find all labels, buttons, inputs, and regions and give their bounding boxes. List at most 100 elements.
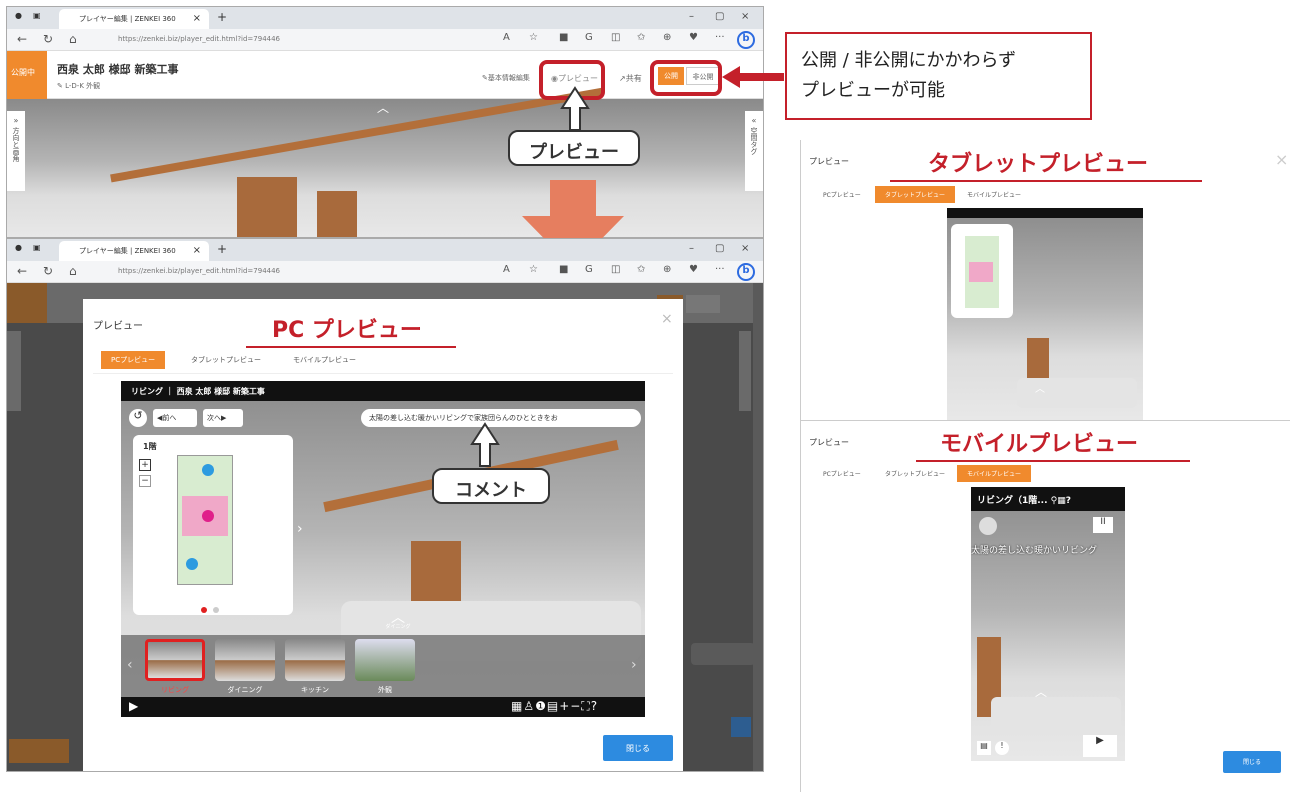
mobile-tab-tablet[interactable]: タブレットプレビュー: [875, 465, 955, 482]
left-sidebar-label: 方向と画角: [12, 127, 20, 162]
zoom-out-icon[interactable]: −: [139, 475, 151, 487]
home-icon-2[interactable]: ⌂: [69, 264, 77, 278]
player-tools-icons[interactable]: ▦♙❶▤+−⛶?: [511, 699, 598, 714]
collapse-chevron-icon[interactable]: ︿: [377, 99, 389, 116]
tablet-floor-plan[interactable]: [951, 224, 1013, 318]
tablet-hotspot-icon[interactable]: ︿: [1035, 380, 1045, 395]
tablet-tab-pc[interactable]: PCプレビュー: [813, 186, 871, 203]
thumb-next-icon[interactable]: ›: [631, 657, 637, 673]
favorite-icon-2[interactable]: ☆: [529, 264, 538, 275]
read-aloud-icon-2[interactable]: A: [503, 264, 510, 275]
next-button[interactable]: 次へ▶: [203, 409, 243, 427]
panorama-view[interactable]: ︿: [7, 87, 763, 237]
plan-next-chevron-icon[interactable]: ›: [297, 521, 303, 537]
zoom-in-icon[interactable]: +: [139, 459, 151, 471]
new-tab-icon[interactable]: +: [217, 10, 227, 24]
tablet-tab-mobile[interactable]: モバイルプレビュー: [957, 186, 1031, 203]
refresh-icon[interactable]: G: [585, 32, 593, 43]
refresh-icon-2[interactable]: G: [585, 264, 593, 275]
extension-icon-2[interactable]: ■: [559, 264, 568, 275]
tablet-panel-close-icon[interactable]: ×: [1275, 150, 1288, 169]
window-close-icon-2[interactable]: ×: [741, 243, 749, 254]
maximize-icon-2[interactable]: ▢: [715, 243, 724, 254]
minimize-icon-2[interactable]: –: [689, 243, 694, 254]
mobile-play-icon[interactable]: ▶: [1083, 735, 1117, 757]
share-link[interactable]: ↗共有: [619, 73, 642, 84]
mobile-tools-icon[interactable]: ⚲▦?: [1051, 496, 1071, 506]
right-sidebar-toggle[interactable]: «空間タグ: [745, 111, 763, 191]
floor-plan-card[interactable]: 1階 + −: [133, 435, 293, 615]
read-aloud-icon[interactable]: A: [503, 32, 510, 43]
thumb-kitchen[interactable]: [285, 639, 345, 681]
collections-icon[interactable]: ⊕: [663, 32, 671, 43]
favorite-icon[interactable]: ☆: [529, 32, 538, 43]
mobile-hotspot-icon[interactable]: ︿: [1035, 683, 1047, 700]
mobile-tab-mobile[interactable]: モバイルプレビュー: [957, 465, 1032, 482]
prev-button[interactable]: ◀前へ: [153, 409, 197, 427]
maximize-icon[interactable]: ▢: [715, 11, 724, 22]
mobile-undo-icon[interactable]: [979, 517, 997, 535]
collections-icon-2[interactable]: ⊕: [663, 264, 671, 275]
close-tab-icon-2[interactable]: ×: [193, 245, 201, 256]
new-tab-icon-2[interactable]: +: [217, 242, 227, 256]
mobile-preview-panel: プレビュー PCプレビュー タブレットプレビュー モバイルプレビュー リビング（…: [800, 420, 1290, 792]
close-tab-icon[interactable]: ×: [193, 13, 201, 24]
mobile-close-button[interactable]: 閉じる: [1223, 751, 1281, 773]
tablet-preview-underline: [890, 180, 1202, 182]
camera-marker-icon[interactable]: [202, 464, 214, 476]
camera-marker-icon-2[interactable]: [186, 558, 198, 570]
tab-actions-icon[interactable]: ▣: [33, 11, 41, 20]
favorites-bar-icon[interactable]: ✩: [637, 32, 645, 43]
split-icon-2[interactable]: ◫: [611, 264, 620, 275]
thumb-living[interactable]: [145, 639, 205, 681]
tablet-player[interactable]: ︿: [947, 208, 1143, 420]
prev-label: 前へ: [162, 414, 177, 422]
browser-tab-2[interactable]: プレイヤー編集 | ZENKEI 360 ×: [59, 241, 209, 261]
tablet-panel-header: プレビュー: [809, 157, 849, 166]
reload-icon[interactable]: ↻: [43, 32, 53, 46]
current-marker-icon[interactable]: [202, 510, 214, 522]
left-sidebar-toggle[interactable]: » 方向と画角: [7, 111, 25, 191]
url-field[interactable]: https://zenkei.biz/player_edit.html?id=7…: [112, 32, 472, 48]
tab-pc-preview[interactable]: PCプレビュー: [101, 351, 166, 369]
bing-icon-2[interactable]: b: [737, 263, 755, 281]
preview-modal: プレビュー × PCプレビュー タブレットプレビュー モバイルプレビュー リビン…: [83, 299, 683, 771]
back-icon[interactable]: ←: [17, 32, 27, 46]
close-button[interactable]: 閉じる: [603, 735, 673, 761]
home-icon[interactable]: ⌂: [69, 32, 77, 46]
play-icon[interactable]: ▶: [129, 699, 138, 713]
tab-tablet-preview[interactable]: タブレットプレビュー: [181, 351, 271, 369]
split-icon[interactable]: ◫: [611, 32, 620, 43]
mobile-tab-pc[interactable]: PCプレビュー: [813, 465, 871, 482]
tab-actions-icon-2[interactable]: ▣: [33, 243, 41, 252]
bing-icon[interactable]: b: [737, 31, 755, 49]
url-field-2[interactable]: https://zenkei.biz/player_edit.html?id=7…: [112, 264, 472, 280]
tablet-tab-tablet[interactable]: タブレットプレビュー: [875, 186, 956, 203]
mobile-player[interactable]: リビング（1階... ⚲▦? II 太陽の差し込む暖かいリビング ︿ ▤ ! ▶: [971, 487, 1125, 761]
mobile-comment-icon[interactable]: ▤: [977, 741, 991, 755]
profile-icon[interactable]: ●: [15, 11, 22, 20]
pc-player[interactable]: リビング ｜ 西泉 太郎 様邸 新築工事 ↺ ◀前へ 次へ▶ 太陽の差し込む暖か…: [121, 381, 645, 717]
more-icon-2[interactable]: ···: [715, 264, 725, 275]
more-icon[interactable]: ···: [715, 32, 725, 43]
tab-mobile-preview[interactable]: モバイルプレビュー: [283, 351, 366, 369]
thumb-prev-icon[interactable]: ‹: [127, 657, 133, 673]
back-icon-2[interactable]: ←: [17, 264, 27, 278]
extension-icon[interactable]: ■: [559, 32, 568, 43]
favorites-bar-icon-2[interactable]: ✩: [637, 264, 645, 275]
reload-icon-2[interactable]: ↻: [43, 264, 53, 278]
mobile-info-icon[interactable]: !: [995, 741, 1009, 755]
profile-icon-2[interactable]: ●: [15, 243, 22, 252]
mobile-pause-icon[interactable]: II: [1093, 517, 1113, 533]
essentials-icon-2[interactable]: ♥: [689, 264, 698, 275]
browser-tab[interactable]: プレイヤー編集 | ZENKEI 360 ×: [59, 9, 209, 29]
undo-icon[interactable]: ↺: [129, 409, 147, 427]
minimize-icon[interactable]: –: [689, 11, 694, 22]
thumb-dining[interactable]: [215, 639, 275, 681]
modal-close-icon[interactable]: ×: [661, 311, 673, 327]
window-close-icon[interactable]: ×: [741, 11, 749, 22]
basic-info-link[interactable]: ✎基本情報編集: [482, 73, 530, 83]
thumb-exterior[interactable]: [355, 639, 415, 681]
thumb-label-dining: ダイニング: [227, 686, 263, 694]
browser-essentials-icon[interactable]: ♥: [689, 32, 698, 43]
